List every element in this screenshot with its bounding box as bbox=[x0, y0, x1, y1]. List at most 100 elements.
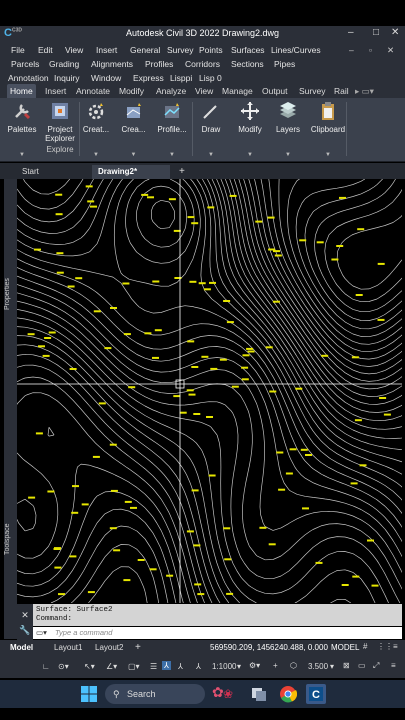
menu-corridors[interactable]: Corridors bbox=[185, 59, 220, 69]
taskbar-search[interactable]: ⚲ Search bbox=[105, 684, 205, 704]
menu-alignments[interactable]: Alignments bbox=[91, 59, 133, 69]
menu-points[interactable]: Points bbox=[199, 45, 223, 55]
annotation-scale-dropdown[interactable]: 1:1000 bbox=[212, 662, 236, 671]
minimize-button[interactable]: – bbox=[348, 27, 354, 38]
polar-icon[interactable]: ⊙▾ bbox=[58, 662, 69, 671]
gear-icon[interactable]: ⚙▾ bbox=[249, 661, 260, 670]
visibility-icon[interactable]: ⅄ bbox=[178, 662, 183, 671]
menu-parcels[interactable]: Parcels bbox=[11, 59, 39, 69]
menu-profiles[interactable]: Profiles bbox=[145, 59, 173, 69]
windows-start-icon[interactable] bbox=[80, 685, 98, 703]
close-button[interactable]: ✕ bbox=[391, 27, 399, 38]
menu-pipes[interactable]: Pipes bbox=[274, 59, 295, 69]
fullscreen-icon[interactable]: ⤢ bbox=[373, 661, 379, 671]
chevron-down-icon[interactable]: ▼ bbox=[208, 152, 214, 158]
menu-inquiry[interactable]: Inquiry bbox=[54, 73, 80, 83]
chevron-down-icon[interactable]: ▼ bbox=[285, 152, 291, 158]
modify-button[interactable]: Modify ▼ bbox=[232, 100, 268, 158]
tab-annotate[interactable]: Annotate bbox=[73, 84, 113, 98]
menu-lines-curves[interactable]: Lines/Curves bbox=[271, 45, 321, 55]
menu-general[interactable]: General bbox=[130, 45, 160, 55]
ortho-icon[interactable]: ∟ bbox=[42, 662, 50, 671]
chevron-down-icon[interactable]: ▼ bbox=[19, 152, 25, 158]
tab-view[interactable]: View bbox=[192, 84, 216, 98]
workspace-icon[interactable]: ⬡ bbox=[290, 661, 297, 670]
chevron-down-icon[interactable]: ▼ bbox=[93, 152, 99, 158]
chevron-down-icon[interactable]: ▼ bbox=[247, 152, 253, 158]
menu-file[interactable]: File bbox=[11, 45, 25, 55]
lineweight-toggle-icon[interactable]: ☰ bbox=[150, 662, 157, 671]
create-design-button[interactable]: Crea... ▼ bbox=[117, 100, 150, 158]
mdi-restore-button[interactable]: ▫ bbox=[369, 45, 372, 55]
mdi-close-button[interactable]: ✕ bbox=[387, 45, 394, 56]
clipboard-button[interactable]: Clipboard ▼ bbox=[308, 100, 348, 158]
menu-icon[interactable]: ≡ bbox=[393, 642, 398, 651]
task-view-icon[interactable] bbox=[250, 685, 268, 703]
menu-surfaces[interactable]: Surfaces bbox=[231, 45, 265, 55]
tab-drawing2[interactable]: Drawing2* bbox=[92, 165, 170, 179]
tab-start[interactable]: Start bbox=[16, 165, 45, 179]
properties-palette-tab[interactable]: Properties bbox=[4, 259, 17, 329]
tab-layout1[interactable]: Layout1 bbox=[54, 643, 82, 652]
new-tab-button[interactable]: + bbox=[173, 165, 191, 179]
menu-express[interactable]: Express bbox=[133, 73, 164, 83]
menu-survey[interactable]: Survey bbox=[167, 45, 193, 55]
flowers-widget-icon[interactable]: ❀ bbox=[223, 687, 233, 701]
grid-icon[interactable]: # bbox=[363, 642, 367, 651]
new-layout-button[interactable]: + bbox=[135, 642, 141, 653]
draw-button[interactable]: Draw ▼ bbox=[195, 100, 227, 158]
hardware-icon[interactable]: ▭ bbox=[358, 661, 366, 670]
tab-model[interactable]: Model bbox=[10, 643, 33, 652]
customization-icon[interactable]: ≡ bbox=[391, 661, 396, 670]
tab-home[interactable]: Home bbox=[7, 84, 36, 98]
tab-output[interactable]: Output bbox=[259, 84, 291, 98]
project-explorer-button[interactable]: Project Explorer Explore bbox=[43, 100, 77, 158]
chevron-down-icon[interactable]: ▼ bbox=[131, 152, 137, 158]
ribbon-more-icon[interactable]: ▸ ▭▾ bbox=[352, 84, 377, 98]
tab-modify[interactable]: Modify bbox=[116, 84, 147, 98]
menu-view[interactable]: View bbox=[65, 45, 83, 55]
annotation-scale-icon[interactable]: ⅄ bbox=[162, 661, 171, 670]
tab-insert[interactable]: Insert bbox=[42, 84, 69, 98]
tab-survey[interactable]: Survey bbox=[296, 84, 328, 98]
chevron-down-icon[interactable]: ▼ bbox=[325, 152, 331, 158]
chevron-down-icon[interactable]: ▼ bbox=[169, 152, 175, 158]
object-snap-icon[interactable]: ▢▾ bbox=[128, 662, 140, 671]
maximize-button[interactable]: □ bbox=[373, 27, 379, 38]
model-space-toggle[interactable]: MODEL bbox=[331, 643, 359, 652]
create-ground-data-button[interactable]: Creat... ▼ bbox=[81, 100, 111, 158]
chrome-icon[interactable] bbox=[279, 685, 297, 703]
menu-lisppi[interactable]: Lisppi bbox=[170, 73, 192, 83]
tab-rail[interactable]: Rail bbox=[331, 84, 352, 98]
osnap-icon[interactable]: ↖▾ bbox=[84, 662, 95, 671]
lineweight-value[interactable]: 3.500 bbox=[308, 662, 328, 671]
customize-icon[interactable]: 🔧 bbox=[17, 625, 33, 636]
menu-grading[interactable]: Grading bbox=[49, 59, 79, 69]
menu-lisp0[interactable]: Lisp 0 bbox=[199, 73, 222, 83]
units-dropdown-icon[interactable]: ▾ bbox=[330, 662, 334, 671]
tab-analyze[interactable]: Analyze bbox=[153, 84, 189, 98]
profile-section-views-button[interactable]: Profile... ▼ bbox=[154, 100, 190, 158]
menu-insert[interactable]: Insert bbox=[96, 45, 117, 55]
autoscale-icon[interactable]: ⅄ bbox=[196, 662, 201, 671]
tab-layout2[interactable]: Layout2 bbox=[95, 643, 123, 652]
menu-sections[interactable]: Sections bbox=[231, 59, 264, 69]
angle-icon[interactable]: ∠▾ bbox=[106, 662, 117, 671]
menu-annotation[interactable]: Annotation bbox=[8, 73, 49, 83]
layers-button[interactable]: Layers ▼ bbox=[272, 100, 304, 158]
menu-edit[interactable]: Edit bbox=[38, 45, 53, 55]
mdi-minimize-button[interactable]: – bbox=[349, 45, 354, 55]
isolate-icon[interactable]: ⊠ bbox=[343, 661, 350, 670]
snap-icon[interactable]: ⋮⋮ bbox=[377, 642, 393, 651]
drawing-canvas[interactable] bbox=[17, 179, 402, 603]
flowers-widget-icon[interactable]: ✿ bbox=[212, 684, 224, 701]
palettes-button[interactable]: Palettes ▼ bbox=[3, 100, 41, 158]
menu-window[interactable]: Window bbox=[91, 73, 121, 83]
scale-chevron-down-icon[interactable]: ▾ bbox=[237, 662, 241, 671]
close-command-line-icon[interactable]: ✕ bbox=[17, 610, 33, 621]
toolspace-palette-tab[interactable]: Toolspace bbox=[4, 499, 17, 579]
civil3d-taskbar-icon[interactable]: C bbox=[306, 684, 326, 704]
command-input[interactable]: ▭▾ Type a command bbox=[33, 627, 402, 639]
plus-icon[interactable]: + bbox=[273, 661, 278, 670]
tab-manage[interactable]: Manage bbox=[219, 84, 256, 98]
